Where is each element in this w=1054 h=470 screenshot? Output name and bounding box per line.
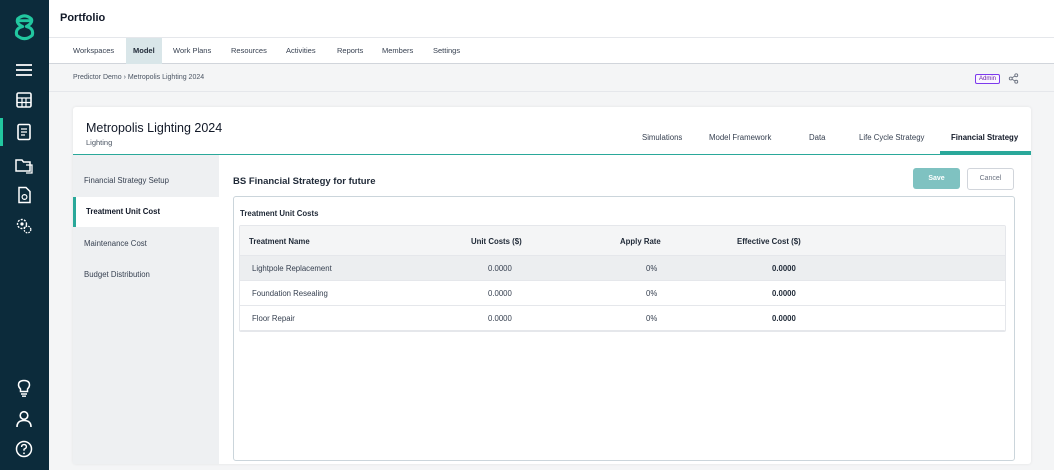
nav-reports[interactable]: Reports — [330, 38, 370, 64]
app-logo-icon[interactable] — [9, 12, 40, 43]
apply-rate-cell[interactable]: 0% — [646, 289, 657, 298]
effective-cost-cell: 0.0000 — [772, 289, 796, 298]
nav-resources[interactable]: Resources — [224, 38, 274, 64]
model-subtitle: Lighting — [86, 138, 113, 147]
calculator-icon[interactable] — [14, 90, 34, 110]
model-title: Metropolis Lighting 2024 — [86, 121, 223, 135]
top-nav: Workspaces Model Work Plans Resources Ac… — [49, 38, 1054, 64]
app-title: Portfolio — [60, 12, 106, 24]
breadcrumb-row: Predictor Demo › Metropolis Lighting 202… — [49, 64, 1054, 92]
subnav-budget-distribution[interactable]: Budget Distribution — [73, 260, 219, 290]
admin-badge: Admin — [975, 74, 1001, 84]
unit-cost-cell[interactable]: 0.0000 — [488, 264, 512, 273]
table-row[interactable]: Lightpole Replacement 0.0000 0% 0.0000 — [240, 256, 1005, 281]
nav-settings[interactable]: Settings — [426, 38, 467, 64]
table-row[interactable]: Foundation Resealing 0.0000 0% 0.0000 — [240, 281, 1005, 306]
tab-financial-strategy[interactable]: Financial Strategy — [951, 133, 1018, 142]
tab-simulations[interactable]: Simulations — [642, 133, 682, 142]
apply-rate-cell[interactable]: 0% — [646, 314, 657, 323]
cancel-button[interactable]: Cancel — [967, 168, 1014, 190]
effective-cost-cell: 0.0000 — [772, 264, 796, 273]
share-icon[interactable] — [1008, 73, 1019, 84]
apply-rate-cell[interactable]: 0% — [646, 264, 657, 273]
nav-model[interactable]: Model — [126, 38, 162, 64]
left-rail — [0, 0, 49, 470]
strategy-title: BS Financial Strategy for future — [233, 176, 376, 187]
column-header-apply-rate[interactable]: Apply Rate — [620, 237, 661, 246]
effective-cost-cell: 0.0000 — [772, 314, 796, 323]
treatment-name-cell: Lightpole Replacement — [252, 264, 332, 273]
nav-workspaces[interactable]: Workspaces — [66, 38, 121, 64]
unit-cost-cell[interactable]: 0.0000 — [488, 314, 512, 323]
treatment-name-cell: Floor Repair — [252, 314, 295, 323]
model-card-header: Metropolis Lighting 2024 Lighting Simula… — [73, 107, 1031, 155]
table-header: Treatment Name Unit Costs ($) Apply Rate… — [240, 226, 1005, 256]
unit-cost-cell[interactable]: 0.0000 — [488, 289, 512, 298]
nav-members[interactable]: Members — [375, 38, 420, 64]
panel-title: Treatment Unit Costs — [240, 209, 319, 218]
treatment-name-cell: Foundation Resealing — [252, 289, 328, 298]
column-header-effective-cost[interactable]: Effective Cost ($) — [737, 237, 801, 246]
lightbulb-icon[interactable] — [14, 378, 34, 398]
file-report-icon[interactable] — [14, 185, 34, 205]
subnav-treatment-unit-cost[interactable]: Treatment Unit Cost — [73, 197, 219, 227]
column-header-unit-costs[interactable]: Unit Costs ($) — [471, 237, 522, 246]
strategy-subnav: Financial Strategy Setup Treatment Unit … — [73, 155, 219, 464]
save-button[interactable]: Save — [913, 168, 960, 189]
tab-data[interactable]: Data — [809, 133, 825, 142]
nav-activities[interactable]: Activities — [279, 38, 323, 64]
tab-model-framework[interactable]: Model Framework — [709, 133, 771, 142]
settings-gear-icon[interactable] — [14, 216, 34, 236]
subnav-maintenance-cost[interactable]: Maintenance Cost — [73, 229, 219, 259]
model-card: Metropolis Lighting 2024 Lighting Simula… — [73, 107, 1031, 464]
document-icon[interactable] — [14, 122, 34, 142]
table-row[interactable]: Floor Repair 0.0000 0% 0.0000 — [240, 306, 1005, 331]
breadcrumb[interactable]: Predictor Demo › Metropolis Lighting 202… — [73, 74, 204, 81]
help-icon[interactable] — [14, 439, 34, 459]
menu-icon[interactable] — [14, 60, 34, 80]
column-header-treatment-name[interactable]: Treatment Name — [249, 237, 310, 246]
active-tab-underline — [940, 151, 1031, 154]
app-header: Portfolio — [49, 0, 1054, 38]
folders-icon[interactable] — [14, 155, 34, 175]
subnav-financial-strategy-setup[interactable]: Financial Strategy Setup — [73, 166, 219, 196]
treatment-unit-costs-panel: Treatment Unit Costs Treatment Name Unit… — [233, 196, 1015, 461]
treatment-costs-table: Treatment Name Unit Costs ($) Apply Rate… — [239, 225, 1006, 332]
user-icon[interactable] — [14, 409, 34, 429]
rail-active-indicator — [0, 118, 3, 146]
tab-life-cycle-strategy[interactable]: Life Cycle Strategy — [859, 133, 924, 142]
nav-work-plans[interactable]: Work Plans — [166, 38, 218, 64]
